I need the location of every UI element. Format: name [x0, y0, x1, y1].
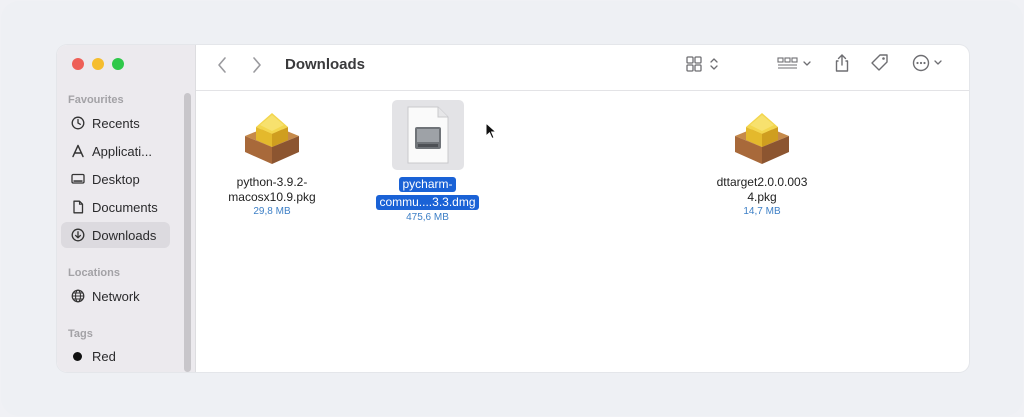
sidebar-item-label: Desktop [92, 171, 140, 187]
ellipsis-circle-icon[interactable] [911, 53, 947, 73]
sidebar-item-tag-red[interactable]: Red [61, 343, 170, 369]
window-title: Downloads [285, 56, 366, 73]
file-item-python-pkg[interactable]: python-3.9.2- macosx10.9.pkg 29,8 MB [213, 105, 331, 217]
sidebar-item-label: Network [92, 288, 140, 304]
file-name-line2: macosx10.9.pkg [228, 190, 316, 204]
grid-view-icon[interactable] [685, 55, 719, 73]
sidebar-item-label: Applicati... [92, 143, 152, 159]
tag-icon[interactable] [870, 53, 890, 73]
sidebar-item-applications[interactable]: Applicati... [61, 138, 170, 164]
file-size: 29,8 MB [253, 206, 291, 217]
sidebar: Favourites Recents Applicati... Desktop … [57, 45, 195, 372]
toolbar: Downloads [196, 45, 969, 91]
sidebar-item-label: Recents [92, 115, 140, 131]
sidebar-item-recents[interactable]: Recents [61, 110, 170, 136]
minimize-button[interactable] [92, 58, 104, 70]
sidebar-item-downloads[interactable]: Downloads [61, 222, 170, 248]
package-icon [707, 105, 817, 175]
document-icon [70, 199, 86, 215]
download-icon [70, 227, 86, 243]
selection-highlight [391, 100, 464, 170]
clock-icon [70, 115, 86, 131]
file-item-pycharm-dmg[interactable]: pycharm- commu....3.3.dmg 475,6 MB [366, 100, 489, 223]
tags-heading: Tags [68, 328, 93, 340]
chevron-right-icon[interactable] [251, 56, 263, 74]
sidebar-item-label: Red [92, 348, 116, 364]
file-size: 475,6 MB [406, 212, 449, 223]
sidebar-item-label: Downloads [92, 227, 157, 243]
file-size: 14,7 MB [743, 206, 781, 217]
file-name-line2: commu....3.3.dmg [376, 195, 479, 210]
applications-icon [70, 143, 86, 159]
tag-dot-icon [73, 351, 82, 361]
close-button[interactable] [72, 58, 84, 70]
sidebar-item-label: Documents [92, 199, 158, 215]
main-pane: Downloads python-3.9.2- macosx10.9.pkg 2… [196, 45, 969, 372]
mouse-cursor-icon [485, 121, 498, 145]
finder-window: Favourites Recents Applicati... Desktop … [57, 45, 969, 372]
file-name-line2: 4.pkg [747, 190, 777, 204]
locations-heading: Locations [68, 267, 120, 279]
globe-icon [70, 288, 86, 304]
sidebar-item-desktop[interactable]: Desktop [61, 166, 170, 192]
file-name-line1: pycharm- [399, 177, 456, 192]
sidebar-scrollbar[interactable] [184, 93, 191, 372]
file-name-line1: python-3.9.2- [236, 175, 308, 189]
file-name-line1: dttarget2.0.0.003 [716, 175, 808, 189]
sidebar-item-documents[interactable]: Documents [61, 194, 170, 220]
group-icon[interactable] [776, 55, 814, 73]
favourites-heading: Favourites [68, 94, 124, 106]
zoom-button[interactable] [112, 58, 124, 70]
chevron-left-icon[interactable] [216, 56, 228, 74]
disk-image-icon [407, 106, 448, 164]
desktop-icon [70, 171, 86, 187]
file-item-dttarget-pkg[interactable]: dttarget2.0.0.003 4.pkg 14,7 MB [707, 105, 817, 217]
traffic-lights [72, 58, 124, 70]
sidebar-item-network[interactable]: Network [61, 283, 170, 309]
package-icon [213, 105, 331, 175]
share-icon[interactable] [833, 53, 851, 73]
